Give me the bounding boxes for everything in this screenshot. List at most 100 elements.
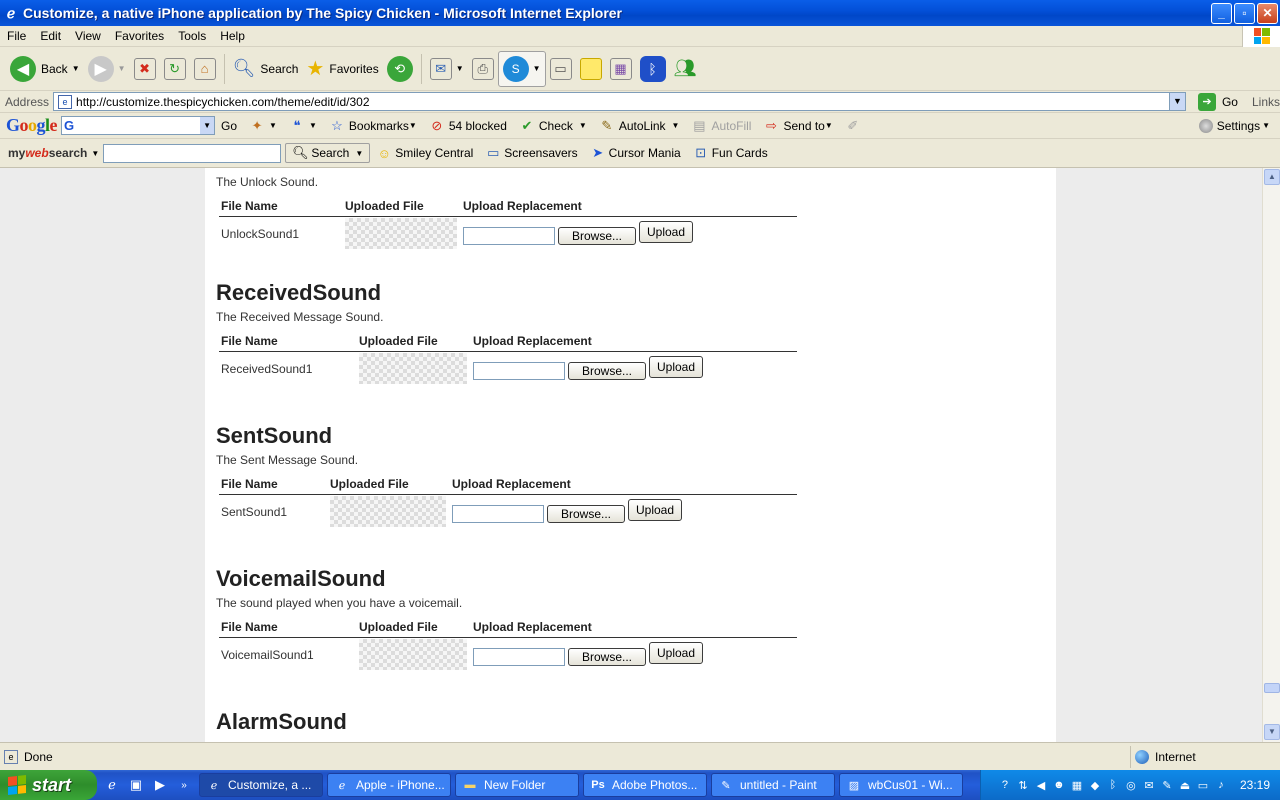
task-new-folder[interactable]: ▬ New Folder	[455, 773, 579, 797]
google-go-button[interactable]: Go	[215, 119, 243, 133]
spellcheck-button[interactable]: ✔ Check ▼	[513, 118, 593, 134]
go-button[interactable]: ➔ Go	[1192, 92, 1238, 111]
task-paint[interactable]: ✎ untitled - Paint	[711, 773, 835, 797]
wifi-tray-icon[interactable]: ◎	[1124, 778, 1138, 792]
task-customize-ie[interactable]: ℯ Customize, a ...	[199, 773, 323, 797]
task-wbcus01[interactable]: ▨ wbCus01 - Wi...	[839, 773, 963, 797]
display-tray-icon[interactable]: ▦	[1070, 778, 1084, 792]
highlight-button[interactable]: ✐	[839, 118, 871, 134]
edit-button[interactable]: ▭	[546, 51, 576, 87]
volume-tray-icon[interactable]: ♪	[1214, 778, 1228, 792]
menu-tools[interactable]: Tools	[171, 29, 213, 43]
forward-button[interactable]: ▶ ▼	[84, 51, 130, 87]
more-quicklaunch-icon[interactable]: »	[175, 776, 193, 794]
popup-blocker-button[interactable]: ⊘ 54 blocked	[423, 118, 513, 134]
file-path-input[interactable]	[473, 361, 565, 380]
network-tray-icon[interactable]: ⇅	[1016, 778, 1030, 792]
address-bar: Address e http://customize.thespicychick…	[0, 91, 1280, 113]
close-button[interactable]: ✕	[1257, 2, 1278, 24]
back-dropdown-icon[interactable]: ▼	[72, 64, 80, 73]
forward-dropdown-icon[interactable]: ▼	[118, 64, 126, 73]
menu-file[interactable]: File	[0, 29, 33, 43]
browse-button[interactable]: Browse...	[547, 504, 625, 523]
bluetooth-button[interactable]: ᛒ	[636, 51, 670, 87]
task-photoshop[interactable]: Ps Adobe Photos...	[583, 773, 707, 797]
notes-button[interactable]	[576, 51, 606, 87]
vertical-scrollbar[interactable]: ▲ ▼	[1262, 168, 1280, 742]
menu-favorites[interactable]: Favorites	[108, 29, 171, 43]
menu-edit[interactable]: Edit	[33, 29, 68, 43]
file-path-input[interactable]	[452, 504, 544, 523]
minimize-button[interactable]: _	[1211, 2, 1232, 24]
mail-tray-icon[interactable]: ✉	[1142, 778, 1156, 792]
task-apple-iphone[interactable]: ℯ Apple - iPhone...	[327, 773, 451, 797]
file-table: File Name Uploaded File Upload Replaceme…	[219, 618, 797, 672]
address-dropdown-icon[interactable]: ▼	[1168, 93, 1185, 110]
fun-cards-button[interactable]: ⊡ Fun Cards	[687, 145, 774, 161]
google-options-button[interactable]: ✦ ▼	[243, 118, 283, 134]
browse-button[interactable]: Browse...	[558, 226, 636, 245]
refresh-button[interactable]: ↻	[160, 51, 190, 87]
file-path-input[interactable]	[463, 226, 555, 245]
google-search-dropdown-icon[interactable]: ▼	[200, 117, 215, 134]
autolink-button[interactable]: ✎ AutoLink ▼	[593, 118, 686, 134]
back-button[interactable]: ◀ Back ▼	[6, 51, 84, 87]
screensavers-button[interactable]: ▭ Screensavers	[479, 145, 583, 161]
shield-tray-icon[interactable]: ◆	[1088, 778, 1102, 792]
bluetooth-tray-icon[interactable]: ᛒ	[1106, 778, 1120, 792]
browse-button[interactable]: Browse...	[568, 647, 646, 666]
research-button[interactable]: ▦	[606, 51, 636, 87]
favorites-button[interactable]: ★ Favorites	[302, 51, 382, 87]
upload-button[interactable]: Upload	[628, 498, 683, 521]
scroll-up-arrow-icon[interactable]: ▲	[1264, 169, 1280, 185]
scroll-down-arrow-icon[interactable]: ▼	[1264, 724, 1280, 740]
home-button[interactable]: ⌂	[190, 51, 220, 87]
history-button[interactable]: ⟲	[383, 51, 417, 87]
go-arrow-icon: ➔	[1197, 92, 1216, 111]
upload-button[interactable]: Upload	[649, 641, 704, 664]
skype-dropdown-icon[interactable]: ▼	[533, 64, 541, 73]
mail-dropdown-icon[interactable]: ▼	[456, 64, 464, 73]
mywebsearch-search-button[interactable]: 🔍︎ Search ▼	[285, 143, 371, 163]
google-logo: Google	[6, 115, 58, 135]
address-input[interactable]: e http://customize.thespicychicken.com/t…	[53, 92, 1186, 111]
search-button[interactable]: 🔍︎ Search	[229, 51, 303, 87]
google-quote-button[interactable]: ❝ ▼	[283, 118, 323, 134]
stop-button[interactable]: ✖	[130, 51, 160, 87]
mywebsearch-dropdown-icon[interactable]: ▼	[91, 149, 99, 158]
help-tray-icon[interactable]: ?	[998, 778, 1012, 792]
menu-help[interactable]: Help	[213, 29, 252, 43]
pen-tray-icon[interactable]: ✎	[1160, 778, 1174, 792]
file-path-input[interactable]	[473, 647, 565, 666]
safely-remove-tray-icon[interactable]: ⏏	[1178, 778, 1192, 792]
ie-quicklaunch-icon[interactable]: ℯ	[103, 776, 121, 794]
settings-button[interactable]: Settings ▼	[1198, 118, 1280, 133]
autofill-button[interactable]: ▤ AutoFill	[685, 118, 757, 134]
scroll-thumb[interactable]	[1264, 683, 1280, 693]
mail-button[interactable]: ✉ ▼	[426, 51, 468, 87]
maximize-button[interactable]: ▫	[1234, 2, 1255, 24]
upload-button[interactable]: Upload	[639, 220, 694, 243]
cursor-mania-button[interactable]: ➤ Cursor Mania	[584, 145, 687, 161]
print-button[interactable]: ⎙	[468, 51, 498, 87]
skype-button[interactable]: S ▼	[497, 50, 546, 87]
upload-button[interactable]: Upload	[649, 355, 704, 378]
google-search-input[interactable]: G ▼	[61, 116, 216, 135]
col-file-name: File Name	[219, 197, 343, 217]
media-player-quicklaunch-icon[interactable]: ▶	[151, 776, 169, 794]
users-tray-icon[interactable]: ☻	[1052, 778, 1066, 792]
back-tray-icon[interactable]: ◀	[1034, 778, 1048, 792]
smiley-central-button[interactable]: ☺ Smiley Central	[370, 145, 479, 161]
desktop-quicklaunch-icon[interactable]: ▣	[127, 776, 145, 794]
links-button[interactable]: Links	[1252, 95, 1280, 109]
monitor-tray-icon[interactable]: ▭	[1196, 778, 1210, 792]
sendto-label: Send to	[783, 118, 825, 133]
browse-button[interactable]: Browse...	[568, 361, 646, 380]
menu-view[interactable]: View	[68, 29, 108, 43]
sendto-button[interactable]: ⇨ Send to ▼	[757, 118, 838, 134]
address-url[interactable]: http://customize.thespicychicken.com/the…	[76, 95, 1169, 109]
bookmarks-button[interactable]: ☆ Bookmarks ▼	[323, 118, 423, 134]
messenger-button[interactable]: 👥︎	[670, 51, 701, 87]
mywebsearch-input[interactable]	[103, 143, 282, 163]
start-button[interactable]: start	[0, 770, 97, 800]
